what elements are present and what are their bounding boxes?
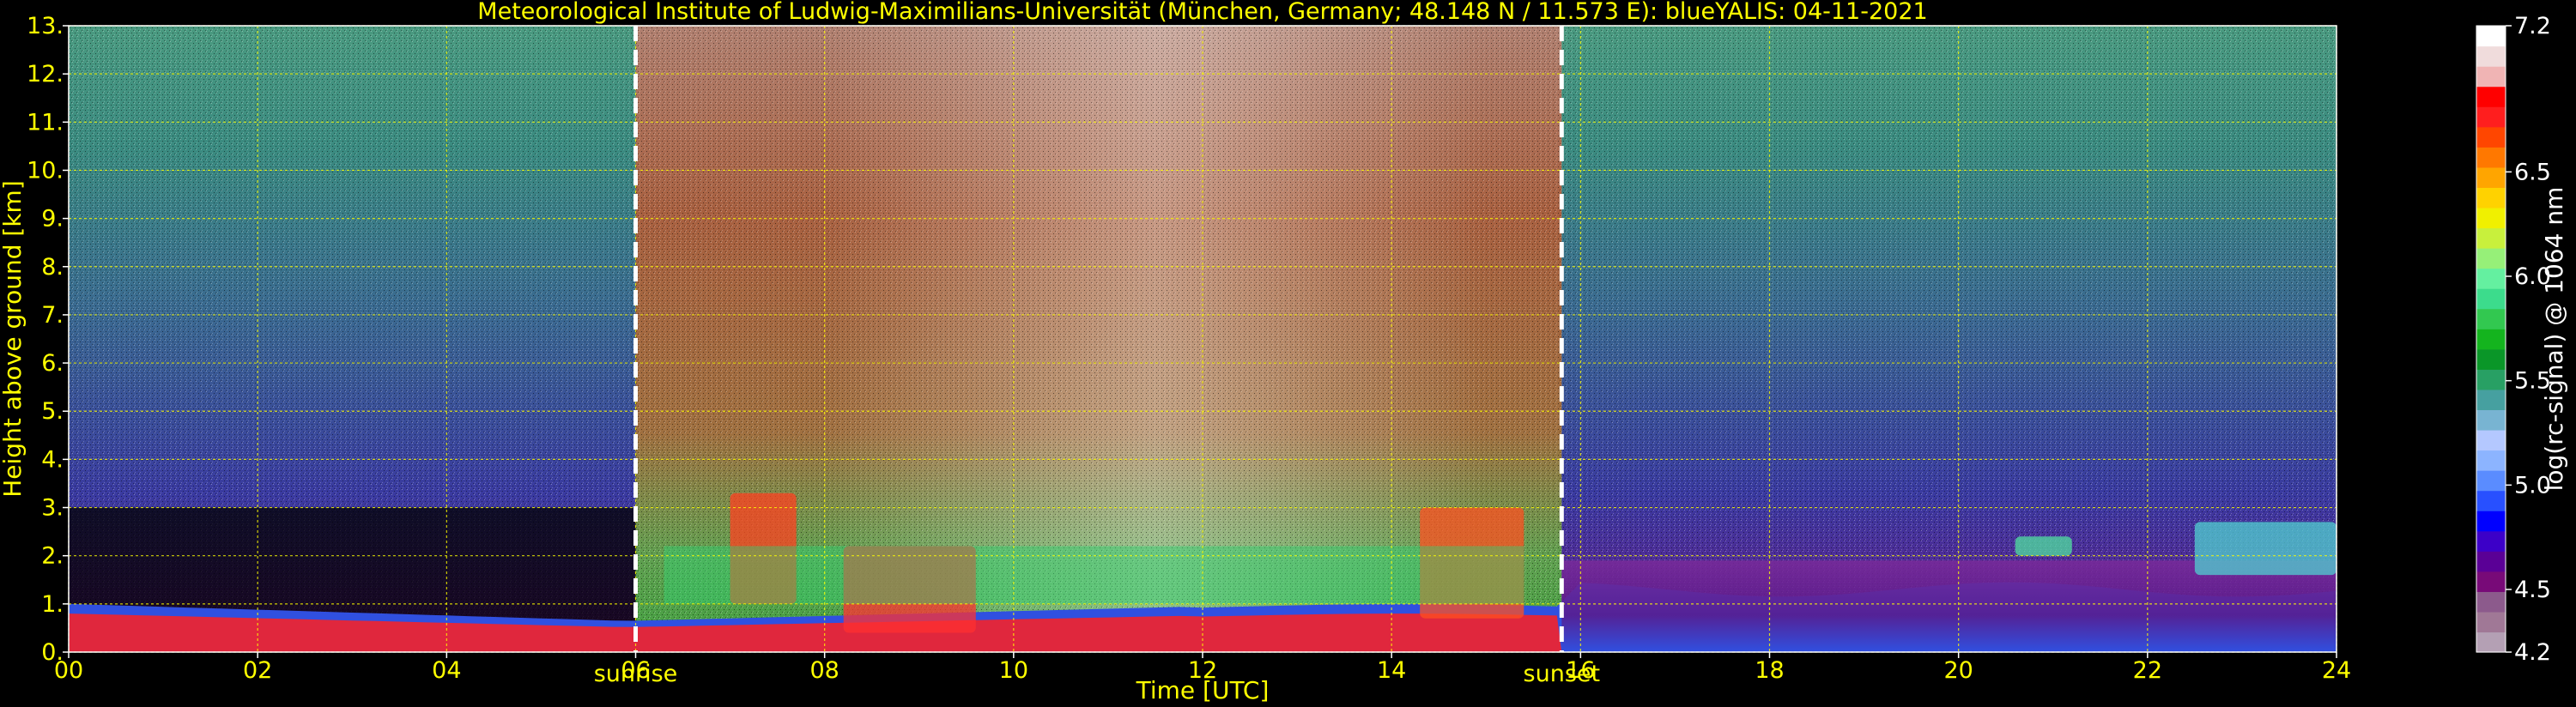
daytime-mixed-layer (664, 546, 1524, 604)
colorbar-segment (2476, 268, 2506, 289)
colorbar-segment (2476, 288, 2506, 310)
colorbar-segment (2476, 429, 2506, 451)
colorbar-segment (2476, 86, 2506, 107)
colorbar-segment (2476, 389, 2506, 411)
colorbar-segment (2476, 348, 2506, 370)
cloud-feature (2015, 536, 2072, 556)
colorbar-label: log(rc-signal) @ 1064 nm (2540, 187, 2568, 492)
colorbar-segment (2476, 166, 2506, 188)
colorbar-segment (2476, 591, 2506, 613)
colorbar-segment (2476, 66, 2506, 88)
colorbar-segment (2476, 571, 2506, 592)
y-tick-label: 8. (41, 254, 64, 281)
x-tick-label: 06 (621, 657, 650, 684)
x-tick-label: 16 (1566, 657, 1595, 684)
colorbar-tick-label: 4.2 (2514, 639, 2551, 666)
colorbar-segment (2476, 470, 2506, 492)
x-tick-label: 24 (2322, 657, 2351, 684)
chart-title: Meteorological Institute of Ludwig-Maxim… (477, 0, 1927, 25)
y-axis-label: Height above ground [km] (0, 180, 27, 498)
y-tick-label: 5. (41, 398, 64, 425)
colorbar-segment (2476, 308, 2506, 329)
colorbar-segment (2476, 45, 2506, 67)
colorbar-segment (2476, 551, 2506, 572)
colorbar-segment (2476, 329, 2506, 350)
x-tick-label: 20 (1943, 657, 1973, 684)
colorbar-segment (2476, 26, 2506, 47)
y-tick-label: 2. (41, 543, 64, 570)
y-tick-label: 13. (27, 13, 64, 39)
x-tick-label: 04 (432, 657, 461, 684)
colorbar-segment (2476, 227, 2506, 249)
x-tick-label: 14 (1377, 657, 1406, 684)
x-axis-label: Time [UTC] (1136, 676, 1270, 704)
lidar-chart: sunrise sunset00 02 04 06 08 10 12 14 16 18 20 22 240… (0, 0, 2568, 704)
colorbar-segment (2476, 631, 2506, 653)
colorbar-segment (2476, 409, 2506, 431)
colorbar-segment (2476, 450, 2506, 471)
colorbar-segment (2476, 369, 2506, 390)
y-tick-label: 4. (41, 446, 64, 473)
x-tick-label: 08 (809, 657, 839, 684)
colorbar-segment (2476, 187, 2506, 208)
y-tick-label: 11. (27, 109, 64, 136)
x-tick-label: 18 (1755, 657, 1784, 684)
y-tick-label: 9. (41, 206, 64, 233)
colorbar-segment (2476, 248, 2506, 269)
x-tick-label: 22 (2133, 657, 2162, 684)
colorbar-tick-label: 4.5 (2514, 577, 2551, 603)
x-tick-label: 02 (243, 657, 272, 684)
y-tick-label: 10. (27, 157, 64, 184)
colorbar-segment (2476, 147, 2506, 168)
y-tick-label: 12. (27, 61, 64, 88)
colorbar-tick-label: 6.5 (2514, 159, 2551, 185)
y-tick-label: 3. (41, 495, 64, 522)
colorbar-segment (2476, 611, 2506, 633)
colorbar-segment (2476, 511, 2506, 532)
y-tick-label: 6. (41, 350, 64, 377)
colorbar-segment (2476, 530, 2506, 552)
y-tick-label: 7. (41, 302, 64, 329)
y-tick-label: 0. (41, 639, 64, 666)
x-tick-label: 10 (999, 657, 1028, 684)
colorbar-segment (2476, 106, 2506, 128)
colorbar-segment (2476, 490, 2506, 511)
colorbar-tick-label: 7.2 (2514, 13, 2551, 39)
y-tick-label: 1. (41, 591, 64, 618)
colorbar-segment (2476, 207, 2506, 229)
cloud-feature (2194, 522, 2337, 576)
colorbar-segment (2476, 126, 2506, 148)
